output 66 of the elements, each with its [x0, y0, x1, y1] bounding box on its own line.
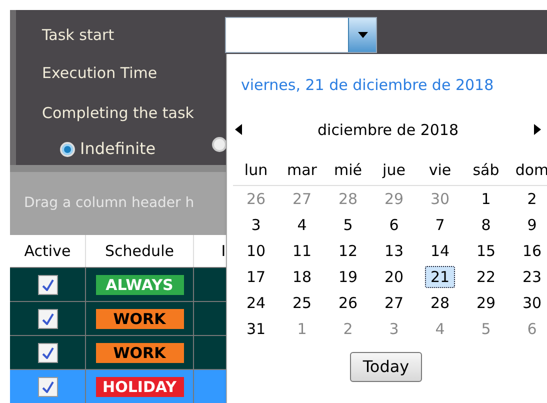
- calendar-day[interactable]: 20: [379, 266, 409, 288]
- schedule-tag: WORK: [96, 342, 184, 362]
- calendar-day[interactable]: 13: [379, 240, 409, 262]
- calendar-day[interactable]: 17: [241, 266, 271, 288]
- calendar-day[interactable]: 25: [287, 292, 317, 314]
- calendar-day[interactable]: 24: [241, 292, 271, 314]
- schedule-tag: HOLIDAY: [96, 376, 184, 396]
- calendar-day[interactable]: 6: [384, 214, 404, 236]
- calendar-day[interactable]: 29: [471, 292, 501, 314]
- calendar-day[interactable]: 1: [476, 188, 496, 210]
- calendar-day[interactable]: 31: [241, 318, 271, 340]
- calendar-day[interactable]: 22: [471, 266, 501, 288]
- calendar-day[interactable]: 21: [425, 266, 455, 288]
- schedule-tag: WORK: [96, 308, 184, 328]
- checkbox[interactable]: [38, 308, 58, 328]
- calendar-day[interactable]: 18: [287, 266, 317, 288]
- today-button[interactable]: Today: [350, 352, 422, 382]
- calendar-day[interactable]: 16: [517, 240, 547, 262]
- calendar-day[interactable]: 8: [476, 214, 496, 236]
- calendar-day[interactable]: 29: [379, 188, 409, 210]
- check-icon: [42, 312, 54, 324]
- calendar-day[interactable]: 1: [292, 318, 312, 340]
- calendar-day[interactable]: 12: [333, 240, 363, 262]
- calendar-day[interactable]: 15: [471, 240, 501, 262]
- calendar-day[interactable]: 28: [333, 188, 363, 210]
- calendar-day[interactable]: 2: [522, 188, 542, 210]
- calendar-day[interactable]: 28: [425, 292, 455, 314]
- field-label: Execution Time: [42, 63, 158, 84]
- calendar-day[interactable]: 6: [522, 318, 542, 340]
- calendar-day[interactable]: 30: [517, 292, 547, 314]
- check-icon: [42, 380, 54, 392]
- calendar-day[interactable]: 4: [430, 318, 450, 340]
- date-field[interactable]: [225, 17, 377, 53]
- calendar-day[interactable]: 9: [522, 214, 542, 236]
- calendar-day[interactable]: 26: [241, 188, 271, 210]
- checkbox[interactable]: [38, 376, 58, 396]
- calendar-day[interactable]: 27: [379, 292, 409, 314]
- radio-button[interactable]: [212, 137, 227, 152]
- calendar-day[interactable]: 7: [430, 214, 450, 236]
- checkbox[interactable]: [38, 274, 58, 294]
- calendar-day[interactable]: 23: [517, 266, 547, 288]
- field-label: Task start: [42, 25, 114, 46]
- check-icon: [42, 346, 54, 358]
- schedule-tag: ALWAYS: [96, 274, 184, 294]
- checkbox[interactable]: [38, 342, 58, 362]
- month-title: diciembre de 2018: [318, 120, 458, 140]
- next-month-icon[interactable]: [534, 124, 541, 136]
- field-label: Completing the task: [42, 103, 194, 124]
- radio-button[interactable]: Indefinite: [60, 137, 156, 161]
- calendar-day[interactable]: 3: [384, 318, 404, 340]
- calendar-day[interactable]: 19: [333, 266, 363, 288]
- calendar-day[interactable]: 3: [246, 214, 266, 236]
- dropdown-button[interactable]: [348, 18, 376, 52]
- previous-month-icon[interactable]: [235, 124, 242, 136]
- check-icon: [42, 278, 54, 290]
- date-link[interactable]: viernes, 21 de diciembre de 2018: [241, 74, 547, 96]
- calendar-day[interactable]: 5: [338, 214, 358, 236]
- calendar-day[interactable]: 5: [476, 318, 496, 340]
- caret-icon: [358, 32, 368, 38]
- calendar-day[interactable]: 26: [333, 292, 363, 314]
- calendar-day[interactable]: 27: [287, 188, 317, 210]
- calendar-day[interactable]: 4: [292, 214, 312, 236]
- calendar-day[interactable]: 11: [287, 240, 317, 262]
- calendar-day[interactable]: 2: [338, 318, 358, 340]
- calendar-day[interactable]: 30: [425, 188, 455, 210]
- calendar-day[interactable]: 14: [425, 240, 455, 262]
